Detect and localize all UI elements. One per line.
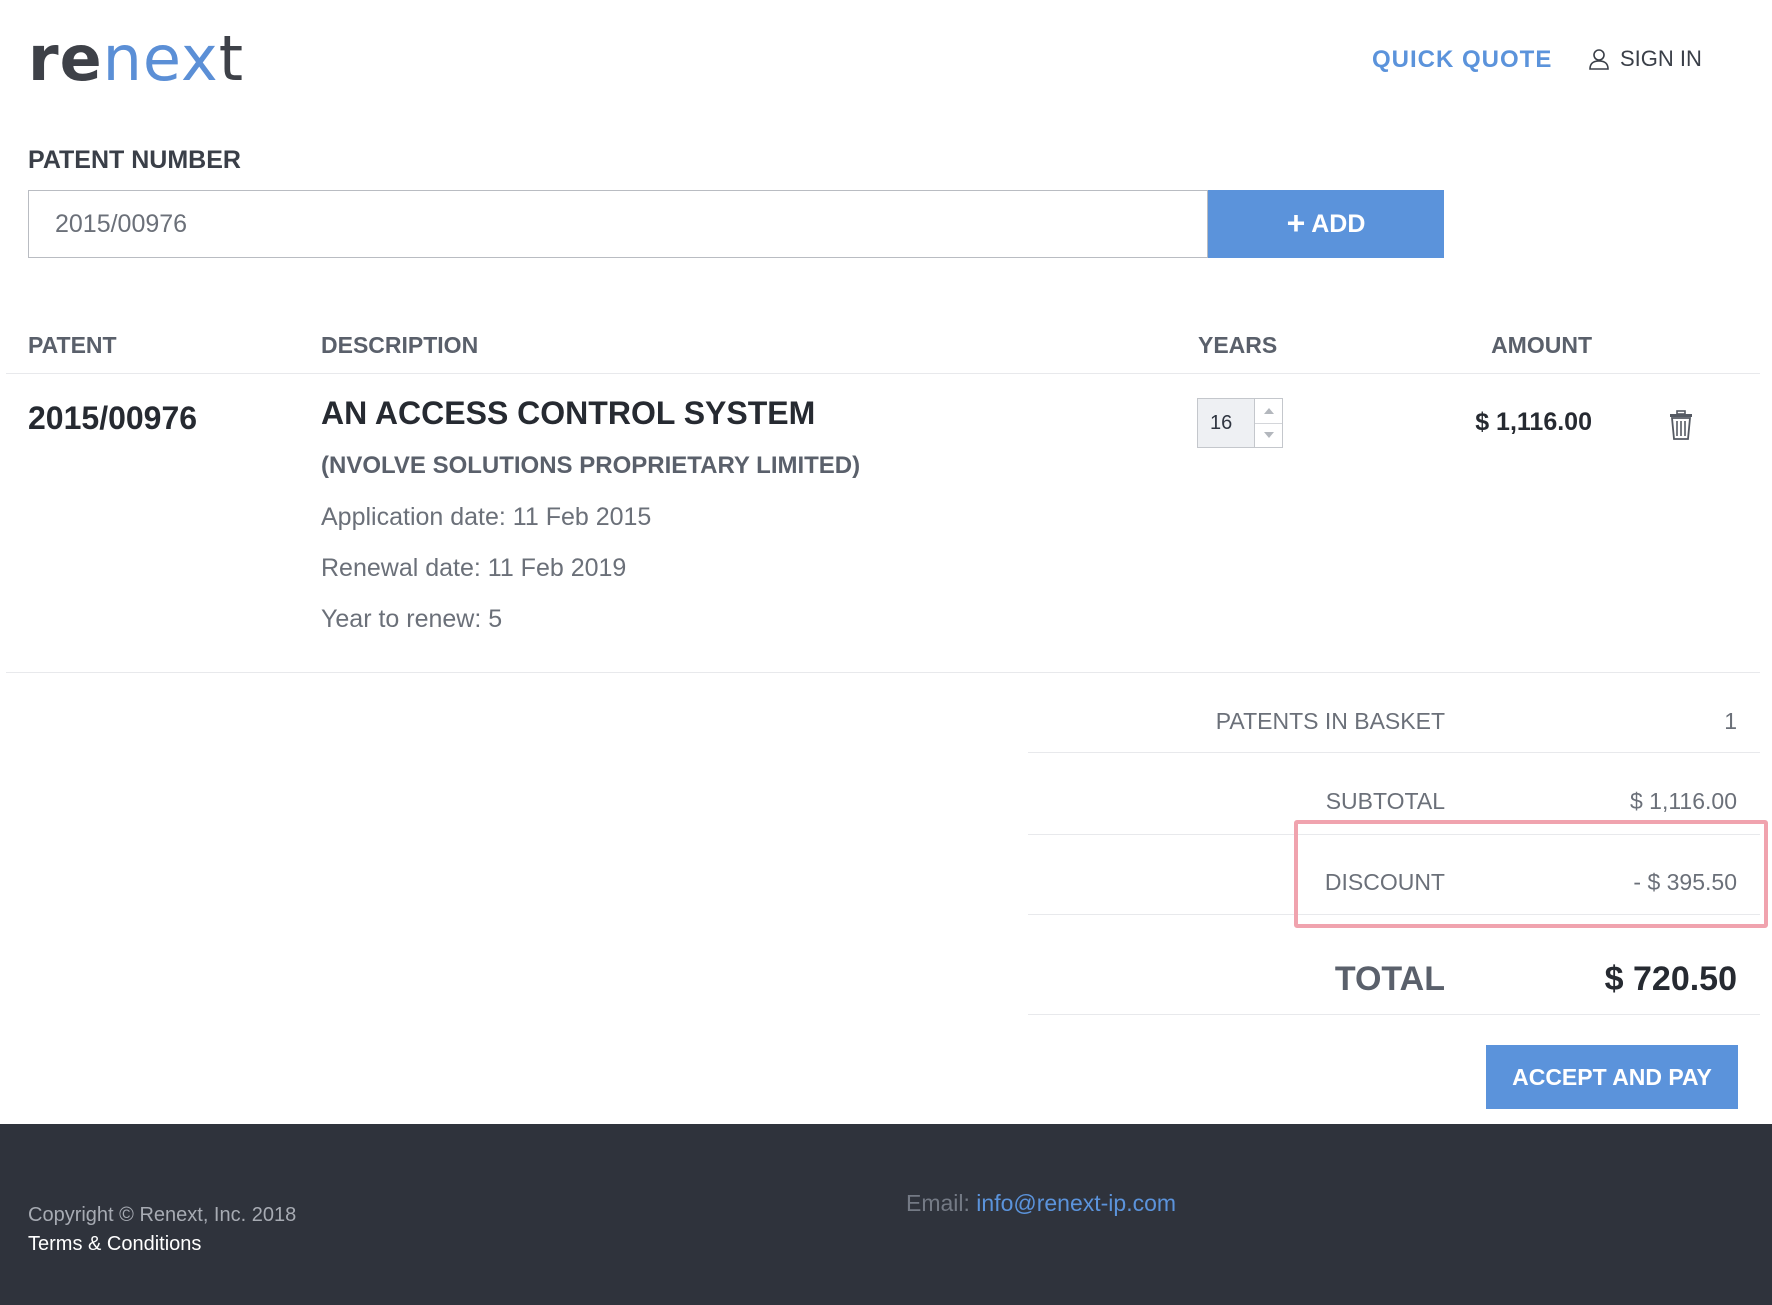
- discount-highlight-annotation: [1294, 820, 1768, 928]
- years-value-field[interactable]: 16: [1197, 398, 1255, 448]
- sign-in-label: SIGN IN: [1620, 46, 1702, 71]
- subtotal-value: $ 1,116.00: [1629, 788, 1737, 814]
- plus-icon: +: [1286, 204, 1306, 241]
- summary-divider: [1028, 1014, 1760, 1015]
- row-patent-number: 2015/00976: [28, 400, 198, 436]
- row-application-date: Application date: 11 Feb 2015: [321, 503, 652, 531]
- email-link[interactable]: info@renext-ip.com: [976, 1190, 1176, 1216]
- subtotal-label: SUBTOTAL: [1325, 788, 1445, 814]
- years-stepper[interactable]: 16: [1197, 398, 1283, 448]
- quick-quote-link[interactable]: QUICK QUOTE: [1372, 46, 1552, 74]
- column-header-patent: PATENT: [28, 332, 117, 358]
- column-header-amount: AMOUNT: [1491, 332, 1592, 358]
- chevron-up-icon: [1263, 407, 1274, 414]
- patents-in-basket-value: 1: [1724, 708, 1737, 734]
- copyright-text: Copyright © Renext, Inc. 2018: [28, 1204, 297, 1226]
- sign-in-link[interactable]: SIGN IN: [1588, 46, 1702, 72]
- summary-divider: [1028, 752, 1760, 753]
- footer: Copyright © Renext, Inc. 2018 Terms & Co…: [0, 1124, 1772, 1305]
- logo-part-3: t: [218, 22, 244, 95]
- logo-part-2: nex: [102, 22, 219, 95]
- header: renext QUICK QUOTE SIGN IN: [0, 0, 1772, 130]
- row-amount: $ 1,116.00: [1475, 408, 1592, 436]
- total-label: TOTAL: [1334, 960, 1445, 998]
- logo-part-1: re: [28, 22, 103, 95]
- row-patent-title: AN ACCESS CONTROL SYSTEM: [321, 395, 816, 431]
- renext-logo[interactable]: renext: [28, 28, 244, 90]
- accept-and-pay-button[interactable]: ACCEPT AND PAY: [1486, 1045, 1738, 1109]
- footer-email: Email: info@renext-ip.com: [906, 1190, 1176, 1217]
- column-header-description: DESCRIPTION: [321, 332, 479, 358]
- chevron-down-icon: [1263, 432, 1274, 439]
- email-label: Email:: [906, 1190, 970, 1216]
- terms-link[interactable]: Terms & Conditions: [28, 1233, 201, 1256]
- increment-button[interactable]: [1255, 399, 1282, 424]
- row-renewal-date: Renewal date: 11 Feb 2019: [321, 554, 627, 582]
- column-header-years: YEARS: [1198, 332, 1278, 358]
- add-button-label: ADD: [1311, 209, 1366, 238]
- years-spinner: [1255, 398, 1283, 448]
- patent-number-input[interactable]: [28, 190, 1208, 258]
- trash-icon[interactable]: [1668, 410, 1694, 440]
- row-year-to-renew: Year to renew: 5: [321, 605, 503, 633]
- user-icon: [1588, 48, 1610, 70]
- add-button[interactable]: + ADD: [1208, 190, 1444, 258]
- patents-in-basket-label: PATENTS IN BASKET: [1215, 708, 1445, 734]
- patent-number-label: PATENT NUMBER: [28, 146, 241, 174]
- table-bottom-divider: [6, 672, 1760, 673]
- table-header-divider: [6, 373, 1760, 374]
- decrement-button[interactable]: [1255, 424, 1282, 448]
- row-patent-owner: (NVOLVE SOLUTIONS PROPRIETARY LIMITED): [321, 452, 861, 479]
- total-value: $ 720.50: [1604, 960, 1737, 998]
